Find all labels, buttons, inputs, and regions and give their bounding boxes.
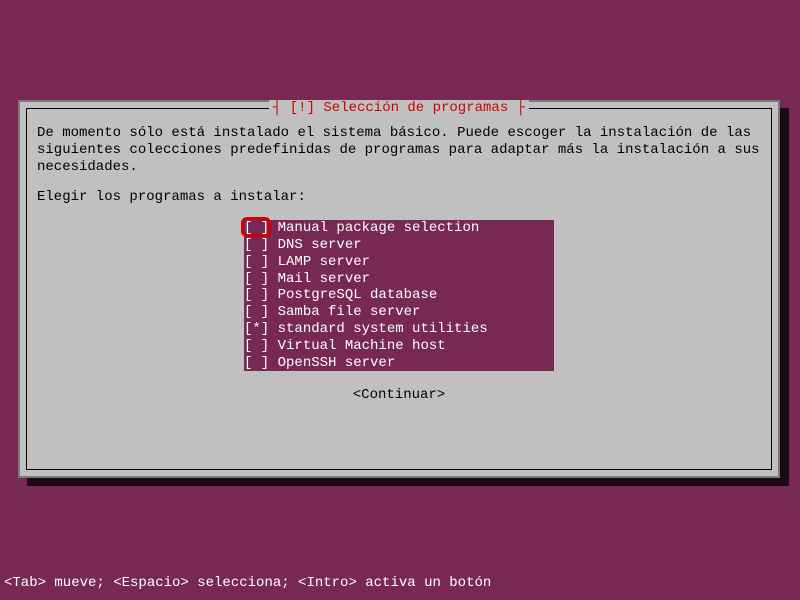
package-checkbox[interactable]: [*] [244, 321, 269, 338]
package-checkbox[interactable]: [ ] [244, 254, 269, 271]
package-label: LAMP server [269, 254, 487, 270]
package-checkbox[interactable]: [ ] [244, 287, 269, 304]
package-label: standard system utilities [269, 321, 487, 337]
package-label: PostgreSQL database [269, 287, 487, 303]
package-label: DNS server [269, 237, 487, 253]
package-label: OpenSSH server [269, 355, 487, 371]
title-bracket-left: ┤ [273, 100, 290, 116]
dialog-frame: ┤ [!] Selección de programas ├ De moment… [18, 100, 780, 478]
package-item[interactable]: [ ] OpenSSH server [244, 355, 554, 372]
package-label: Samba file server [269, 304, 487, 320]
package-item[interactable]: [ ] Manual package selection [244, 220, 554, 237]
package-item[interactable]: [*] standard system utilities [244, 321, 554, 338]
title-bracket-right: ├ [508, 100, 525, 116]
intro-text: De momento sólo está instalado el sistem… [37, 125, 761, 175]
package-item[interactable]: [ ] Virtual Machine host [244, 338, 554, 355]
package-label: Mail server [269, 271, 487, 287]
highlight-annotation [241, 217, 271, 237]
package-checkbox[interactable]: [ ] [244, 237, 269, 254]
package-checkbox[interactable]: [ ] [244, 338, 269, 355]
package-checkbox[interactable]: [ ] [244, 355, 269, 372]
dialog-inner: ┤ [!] Selección de programas ├ De moment… [26, 108, 772, 470]
package-item[interactable]: [ ] Mail server [244, 271, 554, 288]
package-item[interactable]: [ ] PostgreSQL database [244, 287, 554, 304]
package-item[interactable]: [ ] Samba file server [244, 304, 554, 321]
dialog-title: ┤ [!] Selección de programas ├ [269, 100, 529, 117]
package-item[interactable]: [ ] LAMP server [244, 254, 554, 271]
package-item[interactable]: [ ] DNS server [244, 237, 554, 254]
package-label: Virtual Machine host [269, 338, 487, 354]
package-label: Manual package selection [269, 220, 487, 236]
package-checkbox[interactable]: [ ] [244, 220, 269, 237]
prompt-text: Elegir los programas a instalar: [37, 189, 761, 206]
continue-button[interactable]: <Continuar> [37, 387, 761, 404]
footer-hint: <Tab> mueve; <Espacio> selecciona; <Intr… [4, 575, 491, 592]
title-text: [!] Selección de programas [290, 100, 508, 116]
package-list: [ ] Manual package selection [ ] DNS ser… [244, 220, 554, 371]
package-checkbox[interactable]: [ ] [244, 304, 269, 321]
package-checkbox[interactable]: [ ] [244, 271, 269, 288]
